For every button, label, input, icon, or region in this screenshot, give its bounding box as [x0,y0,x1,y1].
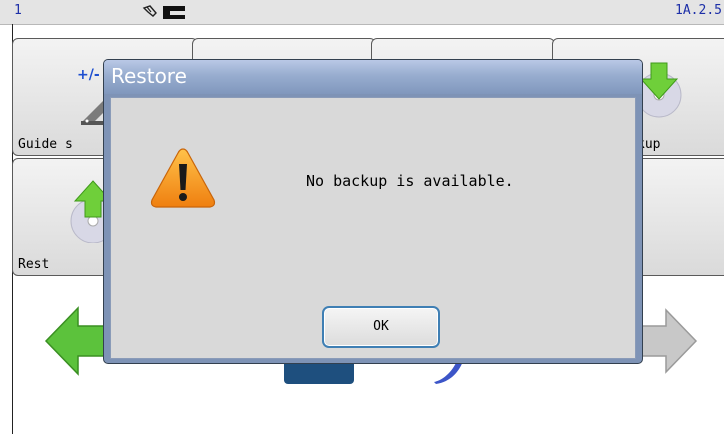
dialog-message: No backup is available. [306,172,514,190]
tile-restore-label: Rest [18,257,50,272]
dialog-body: No backup is available. OK [110,97,636,359]
hand-icon [142,5,157,17]
previous-page-arrow[interactable] [44,304,106,378]
next-page-arrow[interactable] [640,306,698,376]
plus-minus-icon: +/- [77,67,100,83]
status-right-text: 1A.2.5 [675,3,722,18]
status-left-text: 1 [14,3,22,18]
presser-foot-icon [163,6,185,19]
dialog-title-bar: Restore [104,60,642,94]
ok-button[interactable]: OK [322,306,440,348]
status-bar: 1 1A.2.5 [0,0,724,25]
warning-icon [150,148,216,208]
restore-dialog: Restore No backup is available. OK [103,59,643,364]
status-icons [142,5,185,19]
tile-guide-label: Guide s [18,137,73,152]
dialog-title: Restore [111,64,187,88]
